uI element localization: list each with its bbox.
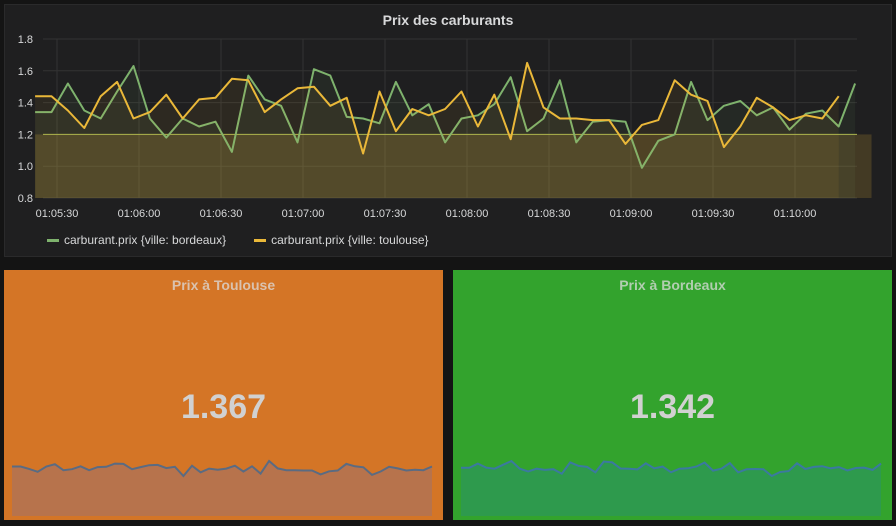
x-tick-label: 01:10:00 — [774, 208, 817, 220]
legend-label-toulouse: carburant.prix {ville: toulouse} — [271, 233, 429, 247]
y-tick-label: 1.8 — [18, 34, 33, 46]
x-tick-label: 01:08:00 — [446, 208, 489, 220]
y-tick-label: 1.2 — [18, 129, 33, 141]
stat-panel-bordeaux: Prix à Bordeaux 1.342 — [453, 270, 892, 520]
x-tick-label: 01:06:30 — [200, 208, 243, 220]
x-tick-label: 01:08:30 — [528, 208, 571, 220]
legend-swatch-toulouse — [254, 238, 267, 242]
x-tick-label: 01:09:00 — [610, 208, 653, 220]
x-tick-label: 01:05:30 — [36, 208, 79, 220]
x-tick-label: 01:09:30 — [692, 208, 735, 220]
stat-value-toulouse: 1.367 — [180, 388, 267, 426]
graph-panel: Prix des carburants 0.8 1.0 1.2 1.4 1.6 1.8 01… — [4, 4, 892, 257]
x-tick-label: 01:07:30 — [364, 208, 407, 220]
y-tick-label: 1.4 — [18, 98, 33, 110]
stat-panel-toulouse: Prix à Toulouse 1.367 — [4, 270, 443, 520]
x-tick-label: 01:06:00 — [118, 208, 161, 220]
y-tick-label: 1.6 — [18, 66, 33, 78]
y-tick-label: 0.8 — [18, 193, 33, 205]
legend-swatch-bordeaux — [47, 238, 59, 242]
y-tick-label: 1.0 — [18, 161, 33, 173]
stat-value-bordeaux: 1.342 — [629, 388, 716, 426]
legend-item-bordeaux[interactable]: carburant.prix {ville: bordeaux} — [47, 233, 226, 247]
graph-legend: carburant.prix {ville: bordeaux} carbura… — [47, 233, 429, 247]
legend-label-bordeaux: carburant.prix {ville: bordeaux} — [64, 233, 227, 247]
x-tick-label: 01:07:00 — [282, 208, 325, 220]
legend-item-toulouse[interactable]: carburant.prix {ville: toulouse} — [254, 233, 429, 247]
line-chart: 0.8 1.0 1.2 1.4 1.6 1.8 01:05:30 01:06:00 01:06:… — [18, 34, 872, 220]
